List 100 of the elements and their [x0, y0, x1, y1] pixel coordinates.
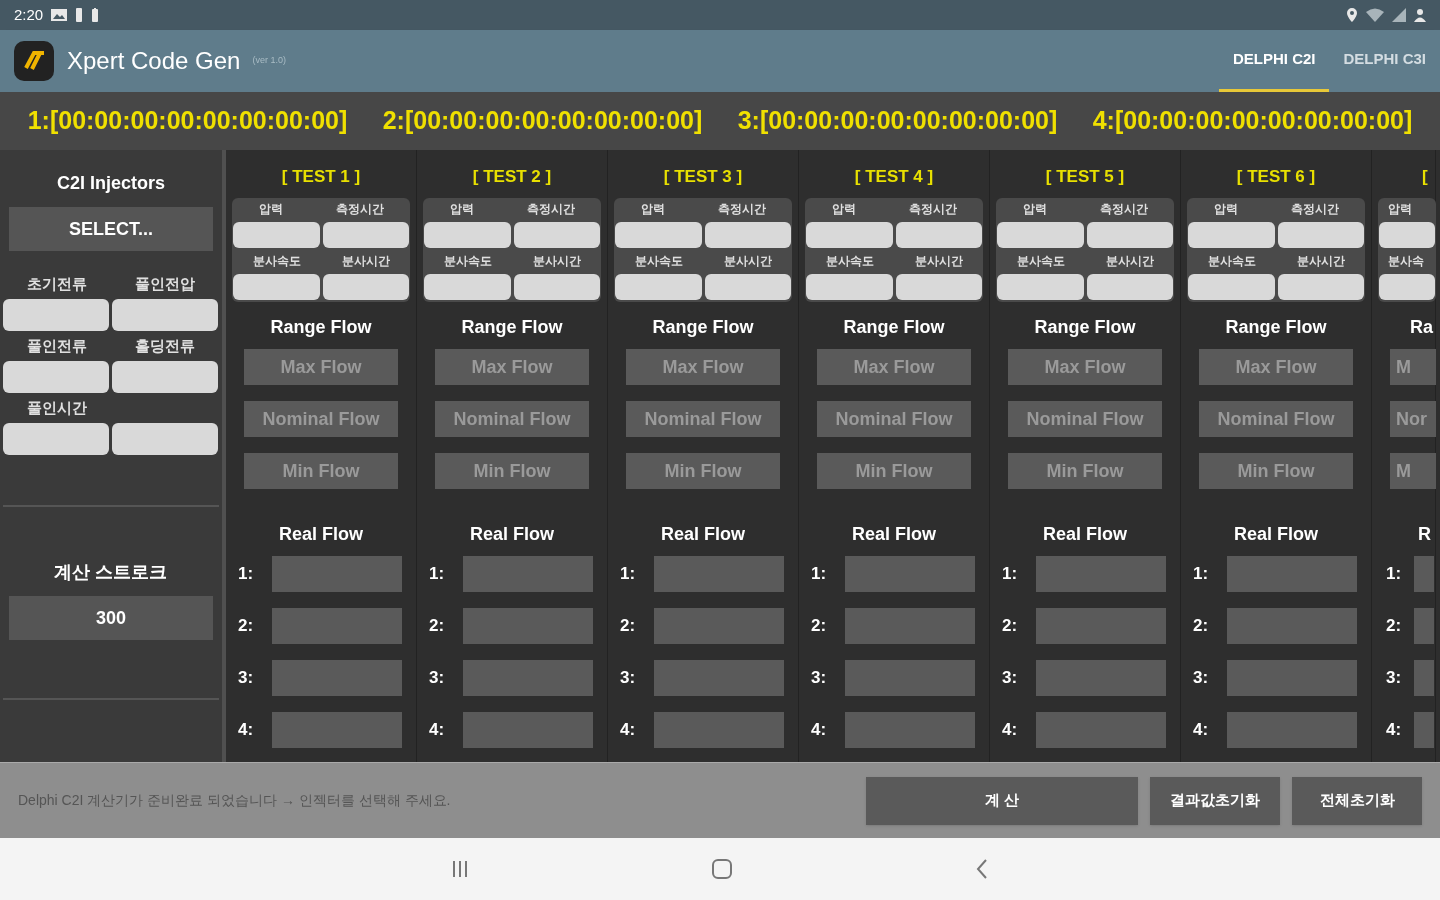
- input-field[interactable]: [1379, 274, 1435, 300]
- flow-button[interactable]: Max Flow: [626, 349, 780, 385]
- flow-field[interactable]: [463, 712, 593, 748]
- flow-button[interactable]: Min Flow: [817, 453, 971, 489]
- flow-field[interactable]: [654, 556, 784, 592]
- tab[interactable]: DELPHI C3I: [1329, 30, 1440, 92]
- row-number: 3:: [1193, 667, 1210, 690]
- flow-field[interactable]: [1036, 556, 1166, 592]
- input-field[interactable]: [1277, 274, 1364, 300]
- input-field[interactable]: [322, 222, 409, 248]
- flow-button[interactable]: Nominal Flow: [1008, 401, 1162, 437]
- flow-field[interactable]: [1414, 712, 1434, 748]
- flow-button[interactable]: Max Flow: [244, 349, 398, 385]
- row-number: 4:: [620, 719, 637, 742]
- input-field[interactable]: [1277, 222, 1364, 248]
- flow-field[interactable]: [463, 608, 593, 644]
- input-field[interactable]: [233, 222, 320, 248]
- flow-field[interactable]: [1227, 608, 1357, 644]
- flow-field[interactable]: [1227, 556, 1357, 592]
- input-field[interactable]: [424, 274, 511, 300]
- flow-field[interactable]: [1414, 556, 1434, 592]
- flow-field[interactable]: [1036, 660, 1166, 696]
- flow-button[interactable]: Nominal Flow: [435, 401, 589, 437]
- flow-button[interactable]: Nor: [1390, 401, 1436, 437]
- input-field[interactable]: [704, 222, 791, 248]
- input-field[interactable]: [513, 222, 600, 248]
- input-field[interactable]: [1086, 222, 1173, 248]
- flow-field[interactable]: [1036, 608, 1166, 644]
- field-label: 분사속도: [1016, 253, 1065, 270]
- flow-button[interactable]: Min Flow: [435, 453, 589, 489]
- input-field[interactable]: [615, 274, 702, 300]
- flow-button[interactable]: M: [1390, 453, 1436, 489]
- field-label: 분사속도: [825, 253, 874, 270]
- flow-field[interactable]: [272, 608, 402, 644]
- input-field[interactable]: [806, 274, 893, 300]
- flow-field[interactable]: [845, 712, 975, 748]
- flow-field[interactable]: [1036, 712, 1166, 748]
- input-field[interactable]: [424, 222, 511, 248]
- flow-field[interactable]: [1227, 712, 1357, 748]
- input-field[interactable]: [513, 274, 600, 300]
- input-field[interactable]: [112, 361, 218, 393]
- input-field[interactable]: [1379, 222, 1435, 248]
- input-field[interactable]: [704, 274, 791, 300]
- input-field[interactable]: [233, 274, 320, 300]
- code-text: 4:[00:00:00:00:00:00:00:00]: [1092, 105, 1413, 137]
- flow-button[interactable]: Nominal Flow: [817, 401, 971, 437]
- battery-icon: [91, 8, 100, 22]
- input-field[interactable]: [1086, 274, 1173, 300]
- flow-field[interactable]: [1414, 608, 1434, 644]
- input-field[interactable]: [112, 299, 218, 331]
- input-field[interactable]: [895, 222, 982, 248]
- input-field[interactable]: [895, 274, 982, 300]
- input-field[interactable]: [997, 222, 1084, 248]
- flow-field[interactable]: [654, 660, 784, 696]
- flow-field[interactable]: [1227, 660, 1357, 696]
- flow-field[interactable]: [272, 556, 402, 592]
- flow-button[interactable]: Max Flow: [817, 349, 971, 385]
- select-button[interactable]: SELECT...: [9, 207, 213, 251]
- flow-button[interactable]: Min Flow: [1199, 453, 1353, 489]
- input-field[interactable]: [3, 361, 109, 393]
- flow-button[interactable]: Max Flow: [435, 349, 589, 385]
- flow-button[interactable]: Min Flow: [1008, 453, 1162, 489]
- input-field[interactable]: [997, 274, 1084, 300]
- input-field[interactable]: [615, 222, 702, 248]
- flow-button[interactable]: Max Flow: [1199, 349, 1353, 385]
- flow-field[interactable]: [272, 712, 402, 748]
- home-icon[interactable]: [711, 858, 733, 880]
- flow-field[interactable]: [463, 556, 593, 592]
- flow-field[interactable]: [272, 660, 402, 696]
- stroke-field[interactable]: 300: [9, 596, 213, 640]
- flow-field[interactable]: [463, 660, 593, 696]
- flow-field[interactable]: [845, 556, 975, 592]
- flow-field[interactable]: [654, 712, 784, 748]
- flow-button[interactable]: Nominal Flow: [626, 401, 780, 437]
- input-field[interactable]: [112, 423, 218, 455]
- flow-button[interactable]: Min Flow: [626, 453, 780, 489]
- action-button[interactable]: 결과값초기화: [1150, 776, 1280, 825]
- flow-field[interactable]: [1414, 660, 1434, 696]
- action-button[interactable]: 전체초기화: [1292, 776, 1422, 825]
- row-number: 1:: [1193, 563, 1210, 586]
- code-text: 1:[00:00:00:00:00:00:00:00]: [27, 105, 348, 137]
- flow-field[interactable]: [845, 660, 975, 696]
- flow-field[interactable]: [845, 608, 975, 644]
- input-field[interactable]: [322, 274, 409, 300]
- input-field[interactable]: [1188, 274, 1275, 300]
- flow-button[interactable]: Max Flow: [1008, 349, 1162, 385]
- flow-button[interactable]: Min Flow: [244, 453, 398, 489]
- flow-button[interactable]: Nominal Flow: [244, 401, 398, 437]
- flow-field[interactable]: [654, 608, 784, 644]
- input-field[interactable]: [806, 222, 893, 248]
- action-button[interactable]: 계 산: [866, 776, 1138, 825]
- row-number: 2:: [1386, 615, 1403, 638]
- input-field[interactable]: [3, 299, 109, 331]
- section-title: Range Flow: [1034, 316, 1136, 338]
- flow-button[interactable]: M: [1390, 349, 1436, 385]
- input-field[interactable]: [1188, 222, 1275, 248]
- field-label: 풀인전압: [134, 273, 196, 294]
- image-icon: [51, 9, 68, 21]
- flow-button[interactable]: Nominal Flow: [1199, 401, 1353, 437]
- input-field[interactable]: [3, 423, 109, 455]
